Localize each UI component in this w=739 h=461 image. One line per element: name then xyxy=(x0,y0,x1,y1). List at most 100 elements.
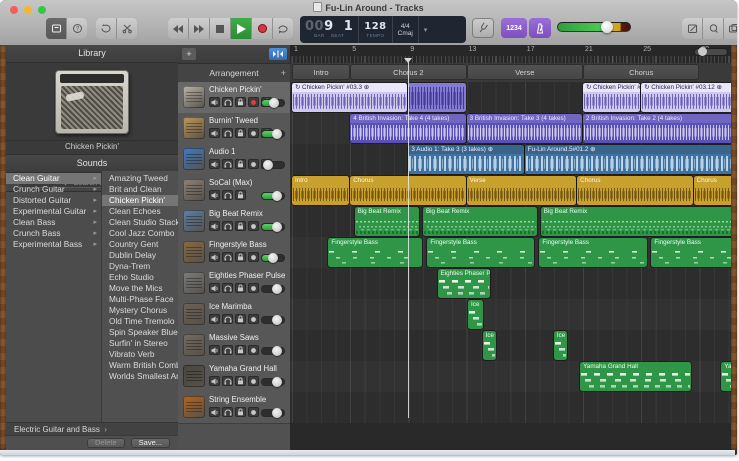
solo-track-button[interactable] xyxy=(222,190,233,200)
rewind-button[interactable] xyxy=(168,18,189,39)
region-23[interactable]: Ice xyxy=(482,331,497,360)
track-volume-slider[interactable] xyxy=(261,222,285,232)
stop-button[interactable] xyxy=(210,18,231,39)
record-track-button[interactable] xyxy=(248,221,259,231)
zoom-knob[interactable] xyxy=(698,47,707,56)
loop-browser-button[interactable] xyxy=(703,18,724,39)
solo-track-button[interactable] xyxy=(222,221,233,231)
record-track-button[interactable] xyxy=(248,97,259,107)
region-2[interactable]: ↻ Chicken Pickin' # xyxy=(583,83,641,112)
solo-track-button[interactable] xyxy=(222,97,233,107)
sidebar-patch-15[interactable]: Surfin' in Stereo xyxy=(102,338,178,349)
mute-track-button[interactable] xyxy=(209,190,220,200)
region-3[interactable]: ↻ Chicken Pickin' #03.12 ⊕ xyxy=(641,83,731,112)
region-21[interactable]: Eighties Phaser Pul xyxy=(437,269,491,298)
record-track-button[interactable] xyxy=(248,252,259,262)
volume-knob[interactable] xyxy=(262,160,273,170)
track-header-4[interactable]: Big Beat Remix xyxy=(178,206,290,238)
master-volume-slider[interactable] xyxy=(557,21,631,33)
sidebar-patch-16[interactable]: Vibrato Verb xyxy=(102,349,178,360)
media-browser-button[interactable] xyxy=(724,18,737,39)
lock-track-button[interactable] xyxy=(235,252,246,262)
lock-track-button[interactable] xyxy=(235,221,246,231)
lock-track-button[interactable] xyxy=(235,190,246,200)
solo-track-button[interactable] xyxy=(222,128,233,138)
track-volume-slider[interactable] xyxy=(261,253,285,263)
sidebar-patch-7[interactable]: Dublin Delay xyxy=(102,250,178,261)
record-track-button[interactable] xyxy=(248,283,259,293)
track-header-2[interactable]: Audio 1 xyxy=(178,144,290,176)
sidebar-category-5[interactable]: Crunch Bass ▸ xyxy=(6,228,101,239)
sidebar-category-3[interactable]: Experimental Guitar ▸ xyxy=(6,206,101,217)
volume-knob[interactable] xyxy=(268,98,279,108)
playhead-marker[interactable] xyxy=(404,58,413,63)
arrangement-section-0[interactable]: Intro xyxy=(293,65,350,79)
region-5[interactable]: 3 British Invasion: Take 3 (4 takes) xyxy=(466,114,582,143)
solo-track-button[interactable] xyxy=(222,345,233,355)
mute-track-button[interactable] xyxy=(209,221,220,231)
track-lane-10[interactable] xyxy=(290,392,731,424)
solo-track-button[interactable] xyxy=(222,252,233,262)
delete-button[interactable]: Delete xyxy=(86,438,125,448)
sidebar-category-0[interactable]: Clean Guitar ▸ xyxy=(6,173,101,184)
sidebar-patch-3[interactable]: Clean Echoes xyxy=(102,206,178,217)
track-header-8[interactable]: Massive Saws xyxy=(178,330,290,362)
region-16[interactable]: Big Beat Remix xyxy=(540,207,731,236)
arrangement-section-2[interactable]: Verse xyxy=(467,65,582,79)
region-6[interactable]: 2 British Invasion: Take 2 (4 takes) xyxy=(583,114,731,143)
region-8[interactable]: Fu-Lin Around.5#01.2 ⊕ xyxy=(524,145,731,174)
volume-knob[interactable] xyxy=(272,408,283,418)
catch-playhead-button[interactable] xyxy=(269,48,287,60)
sidebar-patch-17[interactable]: Warm British Combo xyxy=(102,360,178,371)
zoom-window-button[interactable] xyxy=(38,6,46,14)
volume-knob[interactable] xyxy=(272,346,283,356)
track-volume-slider[interactable] xyxy=(261,160,285,170)
cycle-section-button[interactable] xyxy=(96,18,117,39)
region-7[interactable]: 3 Audio 1: Take 3 (3 takes) ⊕ xyxy=(408,145,524,174)
lock-track-button[interactable] xyxy=(235,376,246,386)
metronome-button[interactable] xyxy=(529,18,551,38)
region-26[interactable]: Yam xyxy=(721,362,731,391)
region-12[interactable]: Chorus xyxy=(577,176,693,205)
arrangement-section-3[interactable]: Chorus xyxy=(584,65,699,79)
track-lane-7[interactable] xyxy=(290,299,731,331)
track-volume-slider[interactable] xyxy=(261,98,285,108)
add-track-button[interactable]: + xyxy=(182,48,196,60)
record-track-button[interactable] xyxy=(248,128,259,138)
region-22[interactable]: Ice xyxy=(468,300,484,329)
notepad-button[interactable] xyxy=(682,18,703,39)
lock-track-button[interactable] xyxy=(235,283,246,293)
lock-track-button[interactable] xyxy=(235,407,246,417)
track-volume-slider[interactable] xyxy=(261,377,285,387)
volume-knob[interactable] xyxy=(272,315,283,325)
lock-track-button[interactable] xyxy=(235,97,246,107)
track-volume-slider[interactable] xyxy=(261,129,285,139)
region-25[interactable]: Yamaha Grand Hall xyxy=(580,362,692,391)
record-track-button[interactable] xyxy=(248,159,259,169)
solo-track-button[interactable] xyxy=(222,283,233,293)
sidebar-patch-0[interactable]: Amazing Tweed xyxy=(102,173,178,184)
region-19[interactable]: Fingerstyle Bass xyxy=(539,238,648,267)
track-volume-slider[interactable] xyxy=(261,408,285,418)
count-in-button[interactable]: 1234 xyxy=(501,18,527,38)
sidebar-category-1[interactable]: Crunch Guitar ▸ xyxy=(6,184,101,195)
arrangement-track-header[interactable]: Arrangement + xyxy=(178,64,290,83)
volume-knob[interactable] xyxy=(271,222,282,232)
add-arrangement-marker-button[interactable]: + xyxy=(281,68,286,78)
volume-knob[interactable] xyxy=(272,191,283,201)
solo-track-button[interactable] xyxy=(222,407,233,417)
close-window-button[interactable] xyxy=(10,6,18,14)
cycle-button[interactable] xyxy=(273,18,293,39)
track-volume-slider[interactable] xyxy=(261,346,285,356)
track-header-0[interactable]: Chicken Pickin' xyxy=(178,82,290,114)
lcd-display[interactable]: 009 1 BAR BEAT 128 TEMPO 4/4 Cmaj ▾ xyxy=(300,16,466,43)
track-header-6[interactable]: Eighties Phaser Pulse xyxy=(178,268,290,300)
lcd-mode-chevron[interactable]: ▾ xyxy=(419,26,433,34)
volume-knob[interactable] xyxy=(272,377,283,387)
track-header-3[interactable]: SoCal (Max) xyxy=(178,175,290,207)
sidebar-patch-5[interactable]: Cool Jazz Combo xyxy=(102,228,178,239)
record-track-button[interactable] xyxy=(248,407,259,417)
region-15[interactable]: Big Beat Remix xyxy=(422,207,537,236)
horizontal-zoom-slider[interactable] xyxy=(695,47,727,56)
mute-track-button[interactable] xyxy=(209,128,220,138)
